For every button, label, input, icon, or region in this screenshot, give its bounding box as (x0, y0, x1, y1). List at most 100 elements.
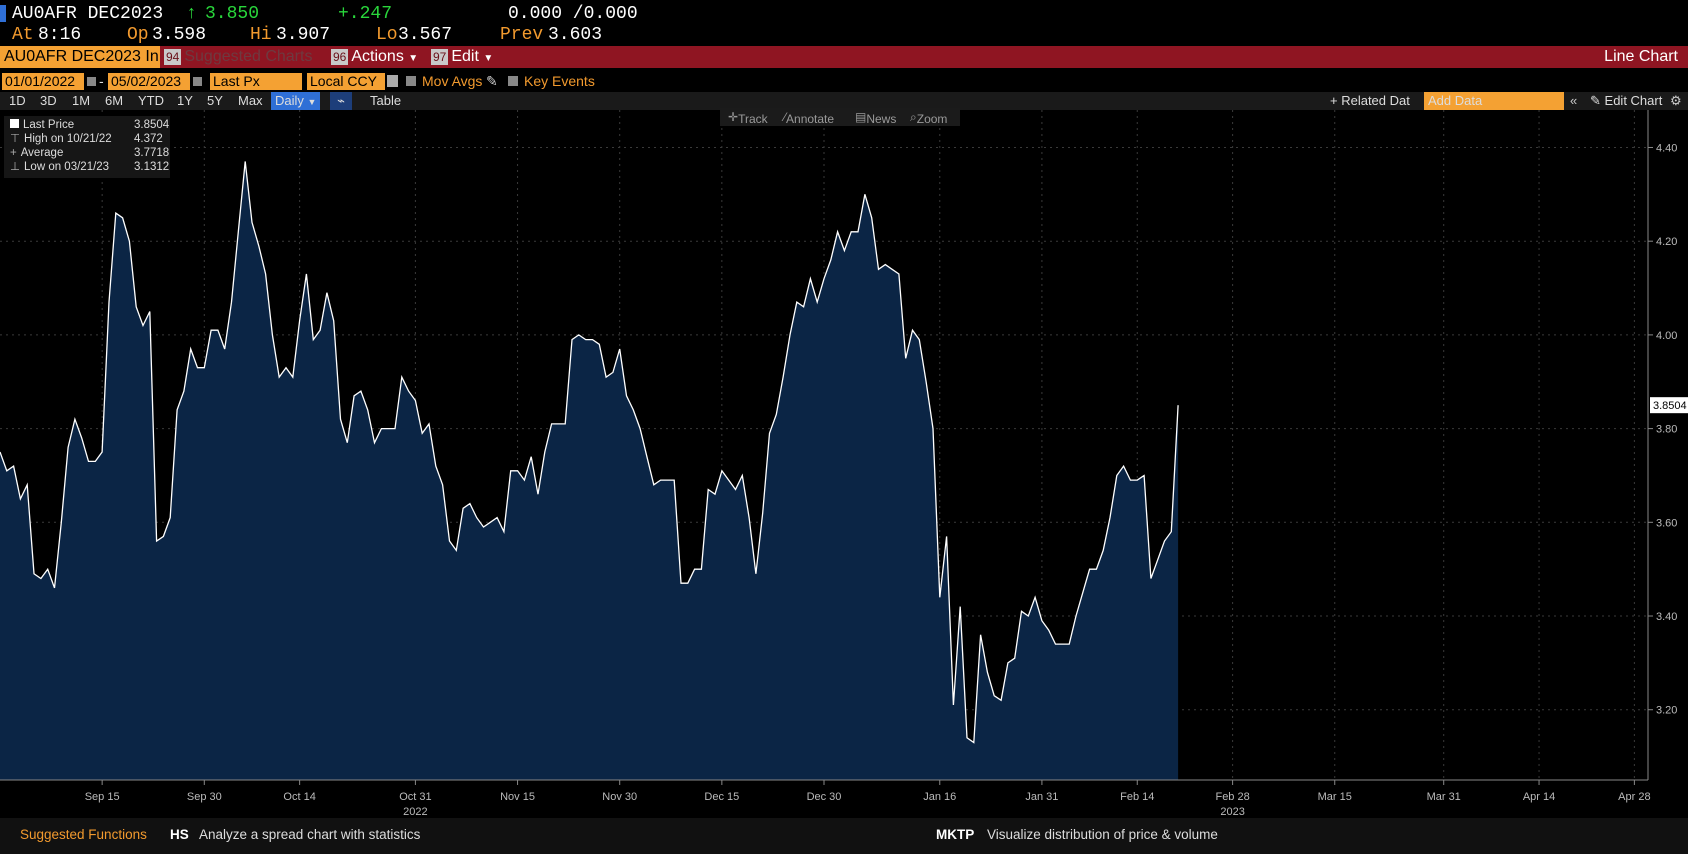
mov-avgs-label[interactable]: Mov Avgs (422, 73, 482, 89)
legend-low: ⊥ Low on 03/21/23 3.1312 (10, 160, 170, 174)
edit-chart-button[interactable]: ✎ Edit Chart (1590, 92, 1662, 110)
annotate-tool[interactable]: ⁄ Annotate (784, 110, 834, 126)
suggested-number: 94 (164, 49, 182, 65)
actions-menu[interactable]: 96 Actions ▼ (331, 46, 429, 68)
legend-high-value: 4.372 (134, 133, 163, 145)
date-separator: - (99, 73, 104, 89)
range-ytd[interactable]: YTD (138, 92, 164, 110)
price-area (0, 161, 1179, 780)
control-bar: 01/01/2022 - 05/02/2023 Last Px Local CC… (0, 71, 1688, 91)
x-tick-label: Apr 14 (1523, 791, 1555, 803)
mov-avgs-checkbox[interactable] (406, 76, 416, 86)
y-tick-label: 3.80 (1656, 424, 1677, 436)
range-5y[interactable]: 5Y (207, 92, 223, 110)
open-label: Op (127, 25, 149, 45)
y-tick-label: 4.20 (1656, 236, 1677, 248)
quote-stats: At 8:16 Op 3.598 Hi 3.907 Lo 3.567 Prev … (0, 25, 1688, 45)
price-chart[interactable]: 3.20 3.40 3.60 3.80 4.00 4.20 4.40 3.8504 Sep 1… (0, 110, 1688, 818)
suggested-functions-bar: Suggested Functions HS Analyze a spread … (0, 818, 1688, 854)
high-marker-icon: ⊤ (10, 133, 21, 145)
legend-average: + Average 3.7718 (10, 146, 169, 160)
legend-high: ⊤ High on 10/21/22 4.372 (10, 132, 166, 146)
range-6m[interactable]: 6M (105, 92, 123, 110)
y-tick-label: 3.40 (1656, 611, 1677, 623)
end-date-field[interactable]: 05/02/2023 (108, 73, 190, 90)
zoom-tool[interactable]: ⌕ Zoom (910, 110, 947, 126)
line-chart-icon[interactable]: ⌁ (330, 92, 352, 110)
x-tick-label: Oct 14 (283, 791, 315, 803)
last-value-label: 3.8504 (1653, 400, 1687, 412)
y-tick-label: 4.00 (1656, 330, 1677, 342)
x-tick-label: Dec 30 (807, 791, 842, 803)
prev-value: 3.603 (548, 25, 603, 45)
range-1y[interactable]: 1Y (177, 92, 193, 110)
hs-function-desc[interactable]: Analyze a spread chart with statistics (199, 827, 420, 842)
x-axis: Sep 15 Sep 30 Oct 14 Oct 31 Nov 15 Nov 30 Dec … (0, 779, 1651, 818)
mktp-function-code[interactable]: MKTP (936, 827, 974, 842)
caret-down-icon: ▼ (307, 97, 317, 107)
caret-down-icon: ▼ (483, 53, 494, 64)
open-value: 3.598 (152, 25, 207, 45)
hs-function-code[interactable]: HS (170, 827, 189, 842)
legend-high-label: High on 10/21/22 (24, 133, 112, 145)
pencil-icon: ✎ (1590, 93, 1601, 108)
pencil-icon[interactable]: ✎ (486, 73, 498, 90)
last-price: 3.850 (205, 4, 260, 24)
legend-last-price: Last Price 3.8504 (10, 118, 169, 132)
menu-bar: AU0AFR DEC2023 In 94 Suggested Charts 96 A… (0, 46, 1688, 68)
edit-menu[interactable]: 97 Edit ▼ (431, 46, 507, 68)
range-3d[interactable]: 3D (40, 92, 57, 110)
frequency-selector[interactable]: Daily ▼ (271, 92, 321, 110)
track-label: Track (738, 112, 768, 126)
collapse-icon[interactable]: « (1570, 92, 1577, 110)
zoom-label: Zoom (916, 112, 948, 126)
x-year-label: 2022 (403, 806, 427, 818)
range-1m[interactable]: 1M (72, 92, 90, 110)
x-tick-label: Nov 15 (500, 791, 535, 803)
suggested-charts-label: Suggested Charts (184, 48, 313, 65)
range-max[interactable]: Max (238, 92, 263, 110)
table-button[interactable]: Table (370, 92, 401, 110)
x-tick-label: Apr 28 (1618, 791, 1650, 803)
mktp-function-desc[interactable]: Visualize distribution of price & volume (987, 827, 1218, 842)
gear-icon[interactable]: ⚙ (1670, 92, 1682, 110)
annotate-label: Annotate (786, 112, 835, 126)
calendar-icon[interactable] (87, 77, 96, 86)
related-data-button[interactable]: + Related Dat (1330, 92, 1410, 110)
start-date-field[interactable]: 01/01/2022 (2, 73, 84, 90)
news-label: News (866, 112, 897, 126)
range-1d[interactable]: 1D (9, 92, 26, 110)
key-events-checkbox[interactable] (508, 76, 518, 86)
low-marker-icon: ⊥ (10, 161, 21, 173)
add-data-input[interactable]: Add Data (1424, 92, 1564, 110)
legend-low-label: Low on 03/21/23 (24, 161, 110, 173)
security-color-marker (0, 5, 6, 22)
low-label: Lo (376, 25, 398, 45)
news-tool[interactable]: ▤ News (855, 110, 896, 126)
legend-last-label: Last Price (23, 119, 75, 131)
track-tool[interactable]: ✛ Track (728, 110, 768, 126)
actions-label: Actions (351, 48, 404, 65)
up-arrow-icon: ↑ (186, 4, 197, 24)
security-tab[interactable]: AU0AFR DEC2023 In (0, 46, 160, 68)
quote-header: AU0AFR DEC2023 ↑ 3.850 +.247 0.000 /0.00… (0, 4, 1688, 24)
legend-low-value: 3.1312 (134, 161, 170, 173)
dropdown-icon[interactable] (387, 75, 398, 87)
security-symbol: AU0AFR DEC2023 (12, 4, 164, 24)
calendar-icon[interactable] (193, 77, 202, 86)
legend-avg-label: Average (20, 147, 64, 159)
x-tick-label: Nov 30 (602, 791, 637, 803)
x-tick-label: Oct 31 (399, 791, 431, 803)
x-tick-label: Feb 14 (1120, 791, 1154, 803)
prev-label: Prev (500, 25, 544, 45)
x-tick-label: Jan 16 (923, 791, 956, 803)
net-change: +.247 (338, 4, 393, 24)
currency-selector[interactable]: Local CCY (307, 73, 385, 90)
x-year-label: 2023 (1220, 806, 1244, 818)
field-selector[interactable]: Last Px (210, 73, 302, 90)
actions-number: 96 (331, 49, 349, 65)
x-tick-label: Sep 15 (85, 791, 120, 803)
white-square-icon (10, 119, 19, 128)
suggested-charts-menu[interactable]: 94 Suggested Charts (164, 46, 324, 68)
key-events-label[interactable]: Key Events (524, 73, 595, 89)
